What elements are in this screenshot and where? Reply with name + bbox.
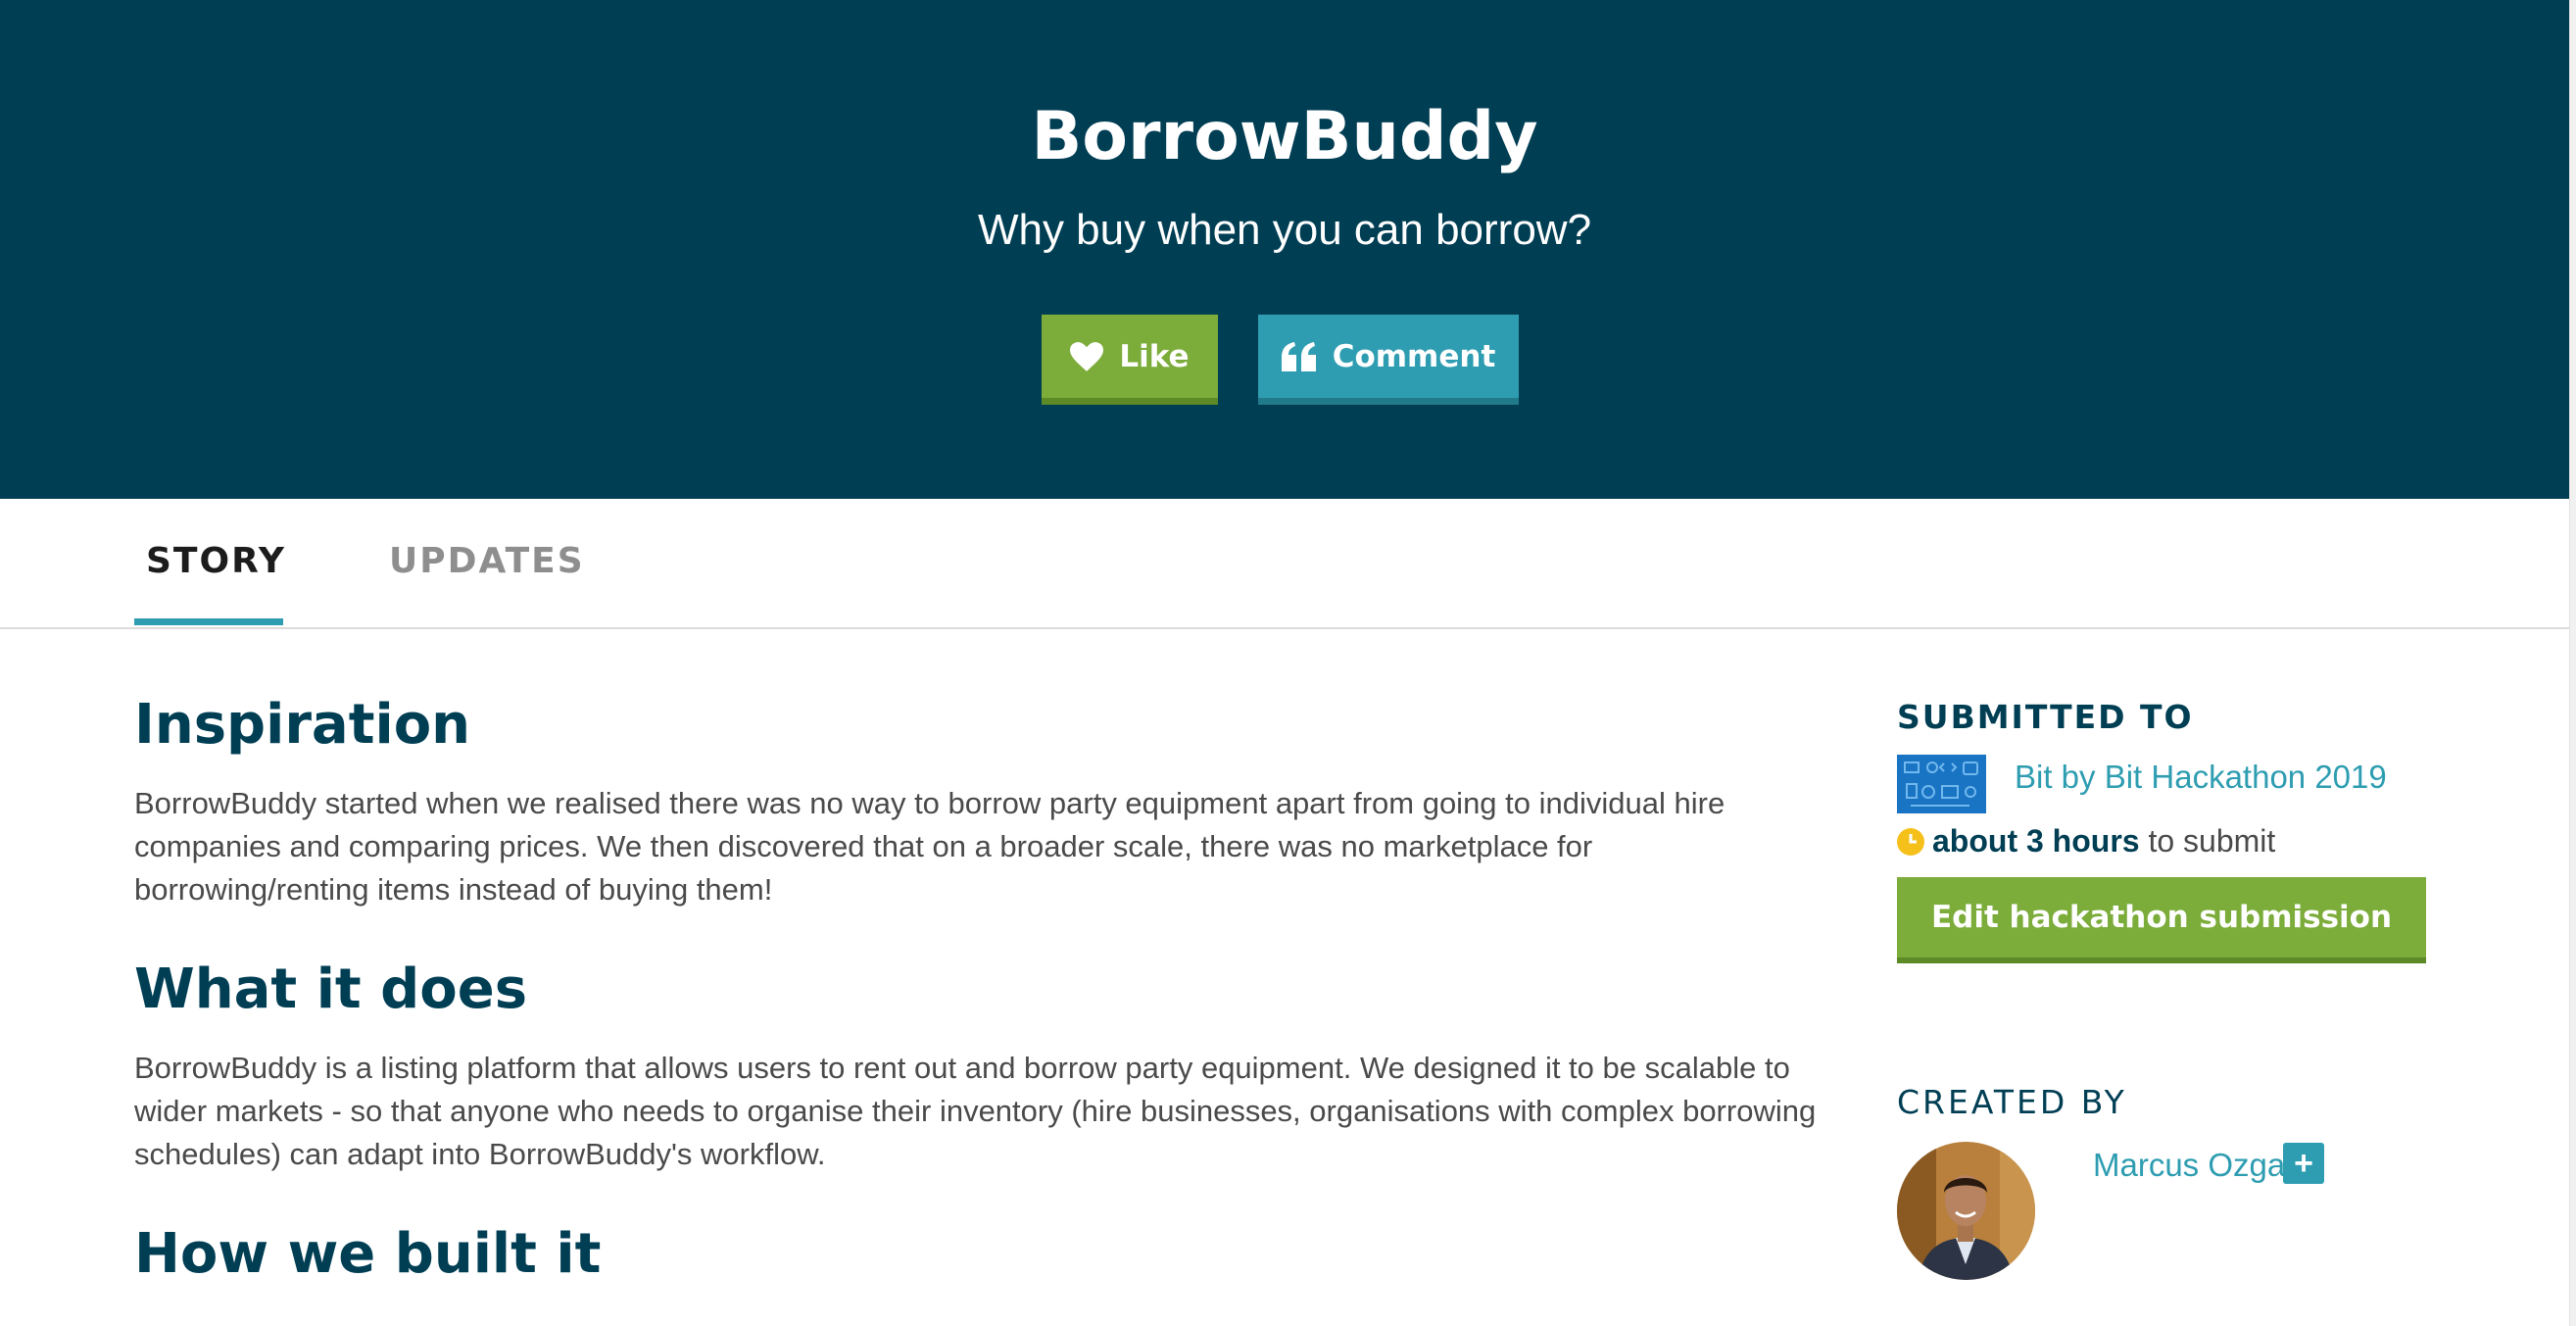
created-by-heading: CREATED BY: [1897, 1083, 2127, 1121]
section-text-inspiration: BorrowBuddy started when we realised the…: [134, 786, 1725, 907]
section-text-what-it-does: BorrowBuddy is a listing platform that a…: [134, 1051, 1817, 1171]
heart-icon: [1070, 341, 1104, 371]
comment-label: Comment: [1332, 338, 1496, 374]
submission-deadline: about 3 hours to submit: [1897, 823, 2275, 863]
active-tab-indicator: [134, 618, 283, 625]
section-heading-inspiration: Inspiration: [134, 693, 471, 757]
creator-name-link[interactable]: Marcus Ozga: [2093, 1147, 2285, 1184]
project-title: BorrowBuddy: [1031, 98, 1538, 175]
tab-bar: STORY UPDATES: [0, 499, 2569, 629]
deadline-time: about 3 hours: [1932, 823, 2140, 859]
submitted-to-heading: SUBMITTED TO: [1897, 698, 2194, 736]
hackathon-thumbnail[interactable]: [1897, 755, 1986, 813]
section-heading-how-we-built-it: How we built it: [134, 1222, 602, 1286]
plus-icon: +: [2294, 1144, 2313, 1182]
project-tagline: Why buy when you can borrow?: [977, 206, 1592, 254]
story-content: Inspiration BorrowBuddy started when we …: [134, 686, 1820, 1294]
like-label: Like: [1119, 338, 1190, 374]
quote-icon: [1281, 341, 1317, 371]
tab-updates[interactable]: UPDATES: [389, 541, 585, 581]
edit-submission-button[interactable]: Edit hackathon submission: [1897, 877, 2426, 963]
follow-creator-button[interactable]: +: [2283, 1143, 2324, 1184]
hackathon-link[interactable]: Bit by Bit Hackathon 2019: [2015, 759, 2387, 796]
deadline-suffix: to submit: [2139, 823, 2276, 859]
project-header: BorrowBuddy Why buy when you can borrow?…: [0, 0, 2569, 499]
comment-button[interactable]: Comment: [1258, 315, 1519, 405]
section-heading-what-it-does: What it does: [134, 958, 528, 1021]
scrollbar[interactable]: [2569, 0, 2576, 1326]
clock-icon: [1897, 827, 1924, 863]
tab-story[interactable]: STORY: [146, 541, 286, 581]
like-button[interactable]: Like: [1042, 315, 1218, 405]
avatar[interactable]: [1897, 1142, 2035, 1280]
